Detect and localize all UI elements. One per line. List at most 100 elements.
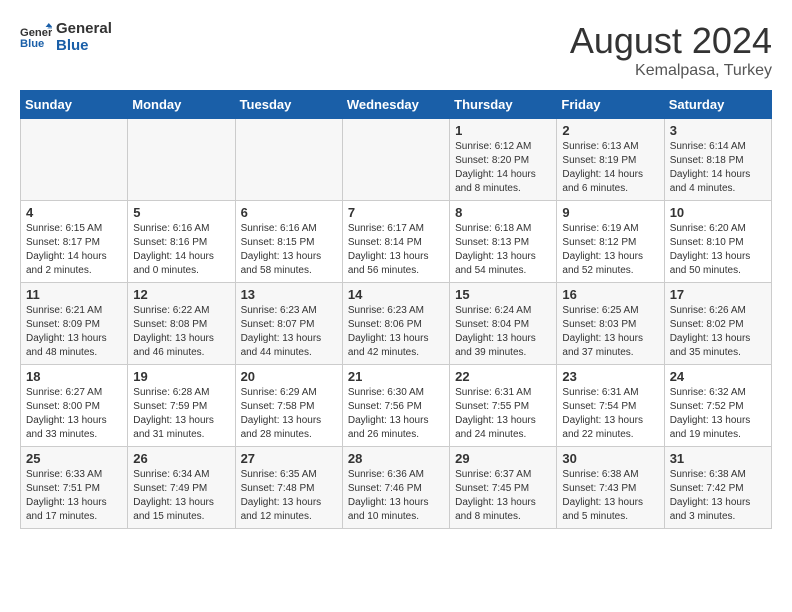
day-info: Sunrise: 6:38 AMSunset: 7:42 PMDaylight:… [670,468,766,524]
day-info: Sunrise: 6:37 AMSunset: 7:45 PMDaylight:… [455,468,551,524]
day-info: Sunrise: 6:16 AMSunset: 8:15 PMDaylight:… [241,222,337,278]
cell-w4-d5: 23 Sunrise: 6:31 AMSunset: 7:54 PMDayligh… [557,365,664,447]
day-info: Sunrise: 6:28 AMSunset: 7:59 PMDaylight:… [133,386,229,442]
header-row: Sunday Monday Tuesday Wednesday Thursday… [21,91,772,119]
calendar-table: Sunday Monday Tuesday Wednesday Thursday… [20,90,772,529]
week-row-1: 1 Sunrise: 6:12 AMSunset: 8:20 PMDaylight… [21,119,772,201]
day-info: Sunrise: 6:17 AMSunset: 8:14 PMDaylight:… [348,222,444,278]
day-number: 1 [455,123,551,138]
day-number: 12 [133,287,229,302]
day-number: 18 [26,369,122,384]
cell-w3-d6: 17Sunrise: 6:26 AMSunset: 8:02 PMDayligh… [664,283,771,365]
cell-w3-d0: 11Sunrise: 6:21 AMSunset: 8:09 PMDayligh… [21,283,128,365]
day-number: 9 [562,205,658,220]
day-number: 27 [241,451,337,466]
day-info: Sunrise: 6:30 AMSunset: 7:56 PMDaylight:… [348,386,444,442]
day-number: 31 [670,451,766,466]
day-info: Sunrise: 6:23 AMSunset: 8:06 PMDaylight:… [348,304,444,360]
cell-w1-d1 [128,119,235,201]
day-info: Sunrise: 6:35 AMSunset: 7:48 PMDaylight:… [241,468,337,524]
week-row-5: 25 Sunrise: 6:33 AMSunset: 7:51 PMDayligh… [21,447,772,529]
week-row-2: 4 Sunrise: 6:15 AMSunset: 8:17 PMDaylight… [21,201,772,283]
day-info: Sunrise: 6:38 AMSunset: 7:43 PMDaylight:… [562,468,658,524]
day-info: Sunrise: 6:24 AMSunset: 8:04 PMDaylight:… [455,304,551,360]
header-friday: Friday [557,91,664,119]
header-saturday: Saturday [664,91,771,119]
cell-w1-d6: 3 Sunrise: 6:14 AMSunset: 8:18 PMDaylight… [664,119,771,201]
cell-w1-d5: 2Sunrise: 6:13 AMSunset: 8:19 PMDaylight… [557,119,664,201]
cell-w2-d5: 9 Sunrise: 6:19 AMSunset: 8:12 PMDaylight… [557,201,664,283]
day-number: 28 [348,451,444,466]
cell-w1-d4: 1 Sunrise: 6:12 AMSunset: 8:20 PMDaylight… [450,119,557,201]
day-number: 29 [455,451,551,466]
cell-w4-d1: 19 Sunrise: 6:28 AMSunset: 7:59 PMDayligh… [128,365,235,447]
day-number: 4 [26,205,122,220]
day-number: 19 [133,369,229,384]
cell-w1-d2 [235,119,342,201]
day-info: Sunrise: 6:26 AMSunset: 8:02 PMDaylight:… [670,304,766,360]
day-info: Sunrise: 6:16 AMSunset: 8:16 PMDaylight:… [133,222,229,278]
header-wednesday: Wednesday [342,91,449,119]
day-info: Sunrise: 6:12 AMSunset: 8:20 PMDaylight:… [455,140,551,196]
day-number: 22 [455,369,551,384]
location-title: Kemalpasa, Turkey [570,62,772,80]
cell-w5-d2: 27 Sunrise: 6:35 AMSunset: 7:48 PMDayligh… [235,447,342,529]
cell-w2-d3: 7Sunrise: 6:17 AMSunset: 8:14 PMDaylight… [342,201,449,283]
svg-text:Blue: Blue [20,38,44,50]
day-number: 8 [455,205,551,220]
cell-w1-d0 [21,119,128,201]
day-info: Sunrise: 6:31 AMSunset: 7:55 PMDaylight:… [455,386,551,442]
day-number: 14 [348,287,444,302]
cell-w2-d4: 8Sunrise: 6:18 AMSunset: 8:13 PMDaylight… [450,201,557,283]
cell-w3-d2: 13Sunrise: 6:23 AMSunset: 8:07 PMDayligh… [235,283,342,365]
week-row-4: 18Sunrise: 6:27 AMSunset: 8:00 PMDayligh… [21,365,772,447]
month-year-title: August 2024 [570,20,772,62]
day-number: 23 [562,369,658,384]
header-sunday: Sunday [21,91,128,119]
day-info: Sunrise: 6:15 AMSunset: 8:17 PMDaylight:… [26,222,122,278]
cell-w4-d3: 21 Sunrise: 6:30 AMSunset: 7:56 PMDayligh… [342,365,449,447]
day-number: 20 [241,369,337,384]
cell-w5-d3: 28 Sunrise: 6:36 AMSunset: 7:46 PMDayligh… [342,447,449,529]
logo-icon: General Blue [20,23,52,51]
cell-w5-d0: 25 Sunrise: 6:33 AMSunset: 7:51 PMDayligh… [21,447,128,529]
cell-w3-d4: 15 Sunrise: 6:24 AMSunset: 8:04 PMDayligh… [450,283,557,365]
day-number: 15 [455,287,551,302]
day-info: Sunrise: 6:22 AMSunset: 8:08 PMDaylight:… [133,304,229,360]
cell-w2-d6: 10 Sunrise: 6:20 AMSunset: 8:10 PMDayligh… [664,201,771,283]
cell-w5-d4: 29 Sunrise: 6:37 AMSunset: 7:45 PMDayligh… [450,447,557,529]
day-info: Sunrise: 6:36 AMSunset: 7:46 PMDaylight:… [348,468,444,524]
day-number: 21 [348,369,444,384]
day-info: Sunrise: 6:32 AMSunset: 7:52 PMDaylight:… [670,386,766,442]
day-info: Sunrise: 6:23 AMSunset: 8:07 PMDaylight:… [241,304,337,360]
cell-w4-d6: 24Sunrise: 6:32 AMSunset: 7:52 PMDayligh… [664,365,771,447]
day-number: 11 [26,287,122,302]
title-block: August 2024 Kemalpasa, Turkey [570,20,772,80]
week-row-3: 11Sunrise: 6:21 AMSunset: 8:09 PMDayligh… [21,283,772,365]
day-number: 3 [670,123,766,138]
cell-w2-d0: 4 Sunrise: 6:15 AMSunset: 8:17 PMDaylight… [21,201,128,283]
day-number: 30 [562,451,658,466]
cell-w4-d4: 22 Sunrise: 6:31 AMSunset: 7:55 PMDayligh… [450,365,557,447]
cell-w3-d3: 14 Sunrise: 6:23 AMSunset: 8:06 PMDayligh… [342,283,449,365]
day-info: Sunrise: 6:14 AMSunset: 8:18 PMDaylight:… [670,140,766,196]
cell-w3-d5: 16Sunrise: 6:25 AMSunset: 8:03 PMDayligh… [557,283,664,365]
cell-w2-d1: 5Sunrise: 6:16 AMSunset: 8:16 PMDaylight… [128,201,235,283]
day-number: 10 [670,205,766,220]
day-info: Sunrise: 6:20 AMSunset: 8:10 PMDaylight:… [670,222,766,278]
cell-w4-d0: 18Sunrise: 6:27 AMSunset: 8:00 PMDayligh… [21,365,128,447]
page-header: General Blue General Blue August 2024 Ke… [20,20,772,80]
day-number: 25 [26,451,122,466]
day-number: 26 [133,451,229,466]
logo-general: General [56,20,112,37]
day-info: Sunrise: 6:33 AMSunset: 7:51 PMDaylight:… [26,468,122,524]
day-info: Sunrise: 6:13 AMSunset: 8:19 PMDaylight:… [562,140,658,196]
day-info: Sunrise: 6:19 AMSunset: 8:12 PMDaylight:… [562,222,658,278]
header-monday: Monday [128,91,235,119]
logo: General Blue General Blue [20,20,112,54]
day-number: 6 [241,205,337,220]
cell-w5-d1: 26Sunrise: 6:34 AMSunset: 7:49 PMDayligh… [128,447,235,529]
cell-w5-d6: 31 Sunrise: 6:38 AMSunset: 7:42 PMDayligh… [664,447,771,529]
cell-w2-d2: 6 Sunrise: 6:16 AMSunset: 8:15 PMDaylight… [235,201,342,283]
day-info: Sunrise: 6:31 AMSunset: 7:54 PMDaylight:… [562,386,658,442]
